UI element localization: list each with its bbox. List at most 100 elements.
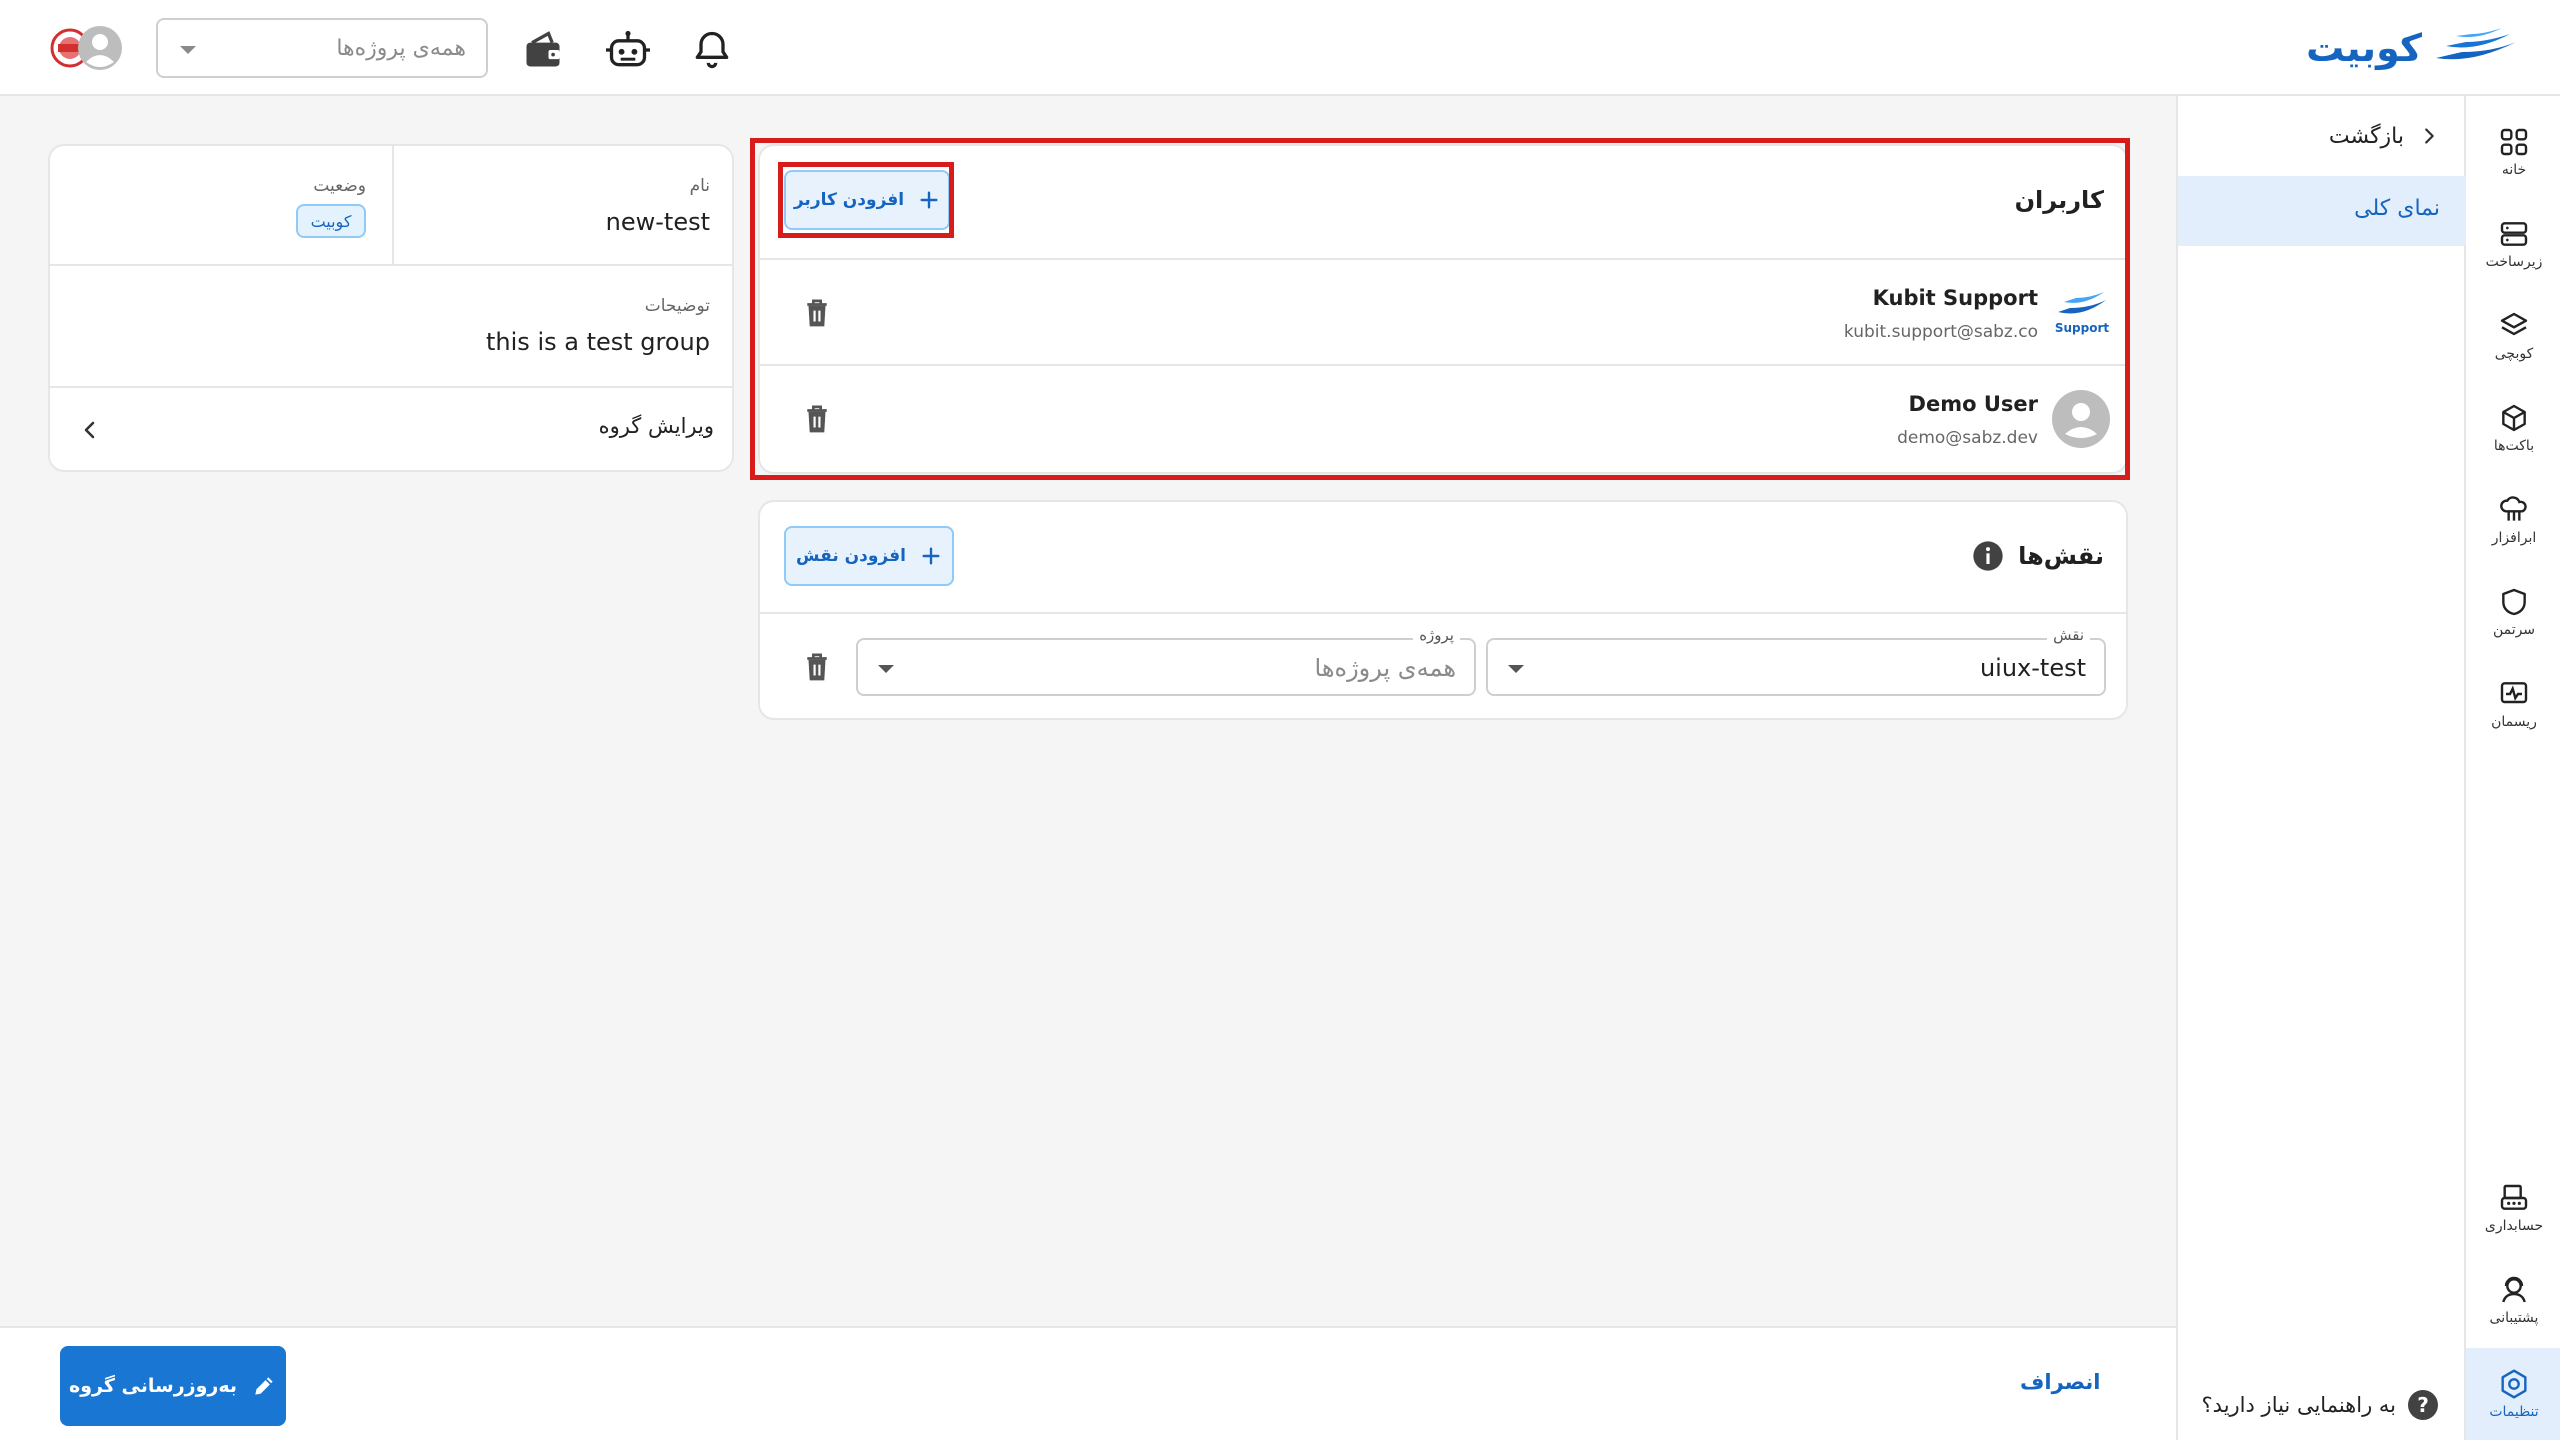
sidebar-item-label: زیرساخت <box>2485 254 2543 270</box>
sidebar-item-settings[interactable]: تنظیمات <box>2466 1348 2560 1440</box>
plus-icon <box>920 191 938 209</box>
plus-icon <box>922 547 940 565</box>
chevron-left-icon <box>84 421 95 439</box>
delete-role-button[interactable] <box>802 650 832 684</box>
back-button[interactable]: بازگشت <box>2329 116 2440 156</box>
status-label: وضعیت <box>313 176 366 196</box>
roles-card: نقش‌ها افزودن نقش نقش uiux-test پروژه هم… <box>758 500 2128 720</box>
sidebar-item-label: حسابداری <box>2484 1218 2544 1234</box>
sidebar-item-risman[interactable]: ریسمان <box>2466 660 2560 748</box>
user-email: demo@sabz.dev <box>1897 428 2038 448</box>
wallet-icon[interactable] <box>520 28 566 72</box>
settings-icon <box>2501 1369 2527 1399</box>
sub-navigation: بازگشت نمای کلی ? به راهنمایی نیاز دارید… <box>2176 96 2466 1440</box>
chevron-right-icon <box>2425 128 2434 144</box>
trash-icon <box>807 299 827 327</box>
user-row: Demo User demo@sabz.dev <box>760 364 2126 470</box>
edit-group-label: ویرایش گروه <box>598 414 714 438</box>
name-label: نام <box>689 176 710 196</box>
sidebar-item-cloud-app[interactable]: ابرافزار <box>2466 476 2560 564</box>
top-bar: کوبیت همه‌ی پروژه‌ها <box>0 0 2560 96</box>
back-label: بازگشت <box>2328 123 2404 149</box>
description-label: توضیحات <box>644 296 710 316</box>
logo-boat-icon <box>2436 28 2516 60</box>
add-user-label: افزودن کاربر <box>793 190 905 210</box>
subnav-item-overview[interactable]: نمای کلی <box>2178 176 2466 246</box>
sidebar-item-label: خانه <box>2501 162 2527 178</box>
divider <box>760 612 2126 614</box>
bottom-action-bar: به‌روزرسانی گروه انصراف <box>0 1326 2176 1440</box>
sidebar-item-label: کوبچی <box>2494 346 2534 362</box>
app-logo[interactable]: کوبیت <box>2306 26 2520 70</box>
cancel-button[interactable]: انصراف <box>2020 1370 2100 1394</box>
description-value: this is a test group <box>486 328 710 356</box>
roles-title: نقش‌ها <box>2018 542 2104 570</box>
role-select[interactable]: نقش uiux-test <box>1486 626 2106 696</box>
main-sidebar: خانه زیرساخت کوبچی باکت‌ها ابرافزار سرتم… <box>2464 96 2560 1440</box>
box-icon <box>2502 404 2526 432</box>
robot-icon[interactable] <box>604 28 652 72</box>
project-value: همه‌ی پروژه‌ها <box>1314 654 1456 682</box>
server-icon <box>2500 222 2528 246</box>
sidebar-item-accounting[interactable]: حسابداری <box>2466 1164 2560 1252</box>
user-avatar[interactable] <box>48 22 124 74</box>
project-select-field[interactable]: پروژه همه‌ی پروژه‌ها <box>856 626 1476 696</box>
info-icon[interactable] <box>1972 540 2004 572</box>
chevron-down-icon <box>180 46 196 54</box>
sidebar-item-label: سرتمن <box>2492 622 2536 638</box>
question-icon: ? <box>2408 1390 2438 1420</box>
add-role-button[interactable]: افزودن نقش <box>784 526 954 586</box>
sidebar-item-label: پشتیبانی <box>2489 1310 2539 1326</box>
user-avatar <box>2052 390 2110 448</box>
trash-icon <box>807 653 827 681</box>
layers-icon <box>2500 312 2528 336</box>
project-select-placeholder: همه‌ی پروژه‌ها <box>336 36 466 61</box>
chevron-down-icon <box>878 665 894 673</box>
user-name: Kubit Support <box>1872 286 2038 310</box>
shield-icon <box>2502 588 2526 616</box>
support-icon <box>2502 1276 2526 1303</box>
avatar-text: Support <box>2055 321 2110 335</box>
user-avatar: Support <box>2054 288 2110 340</box>
delete-user-button[interactable] <box>802 402 832 436</box>
grid-icon <box>2500 128 2528 156</box>
role-value: uiux-test <box>1979 654 2086 682</box>
project-select[interactable]: همه‌ی پروژه‌ها <box>156 18 488 78</box>
update-group-button[interactable]: به‌روزرسانی گروه <box>60 1346 286 1426</box>
brand-name: کوبیت <box>2306 26 2422 70</box>
accounting-icon <box>2500 1184 2528 1210</box>
name-value: new-test <box>605 208 710 236</box>
overview-label: نمای کلی <box>2354 196 2440 221</box>
trash-icon <box>807 405 827 433</box>
sidebar-item-sartman[interactable]: سرتمن <box>2466 568 2560 656</box>
pencil-icon <box>255 1377 273 1395</box>
user-email: kubit.support@sabz.co <box>1843 322 2038 342</box>
sidebar-item-support[interactable]: پشتیبانی <box>2466 1256 2560 1344</box>
help-link[interactable]: ? به راهنمایی نیاز دارید؟ <box>2202 1390 2438 1420</box>
sidebar-item-kubchi[interactable]: کوبچی <box>2466 292 2560 380</box>
monitor-wave-icon <box>2500 682 2528 704</box>
sidebar-item-label: تنظیمات <box>2489 1404 2539 1420</box>
kubit-support-logo-icon: Support <box>2055 292 2110 335</box>
divider <box>392 146 394 264</box>
delete-user-button[interactable] <box>802 296 832 330</box>
users-card: کاربران افزودن کاربر Support Kubit Suppo… <box>758 144 2128 474</box>
users-title: کاربران <box>2014 186 2104 214</box>
add-user-button[interactable]: افزودن کاربر <box>784 170 950 230</box>
group-info-card: نام new-test وضعیت کوبیت توضیحات this is… <box>48 144 734 472</box>
add-role-label: افزودن نقش <box>796 546 906 566</box>
user-row: Support Kubit Support kubit.support@sabz… <box>760 258 2126 364</box>
sidebar-item-infrastructure[interactable]: زیرساخت <box>2466 200 2560 288</box>
sidebar-item-buckets[interactable]: باکت‌ها <box>2466 384 2560 472</box>
role-label: نقش <box>2047 626 2090 644</box>
divider <box>50 264 732 266</box>
roles-header: نقش‌ها <box>1972 540 2104 572</box>
update-group-label: به‌روزرسانی گروه <box>69 1375 237 1397</box>
sidebar-item-home[interactable]: خانه <box>2466 108 2560 196</box>
edit-group-row[interactable]: ویرایش گروه <box>50 388 732 470</box>
sidebar-item-label: باکت‌ها <box>2493 438 2535 454</box>
status-badge: کوبیت <box>296 204 366 238</box>
bell-icon[interactable] <box>690 28 734 72</box>
sidebar-item-label: ابرافزار <box>2491 530 2537 546</box>
project-label: پروژه <box>1413 626 1460 644</box>
